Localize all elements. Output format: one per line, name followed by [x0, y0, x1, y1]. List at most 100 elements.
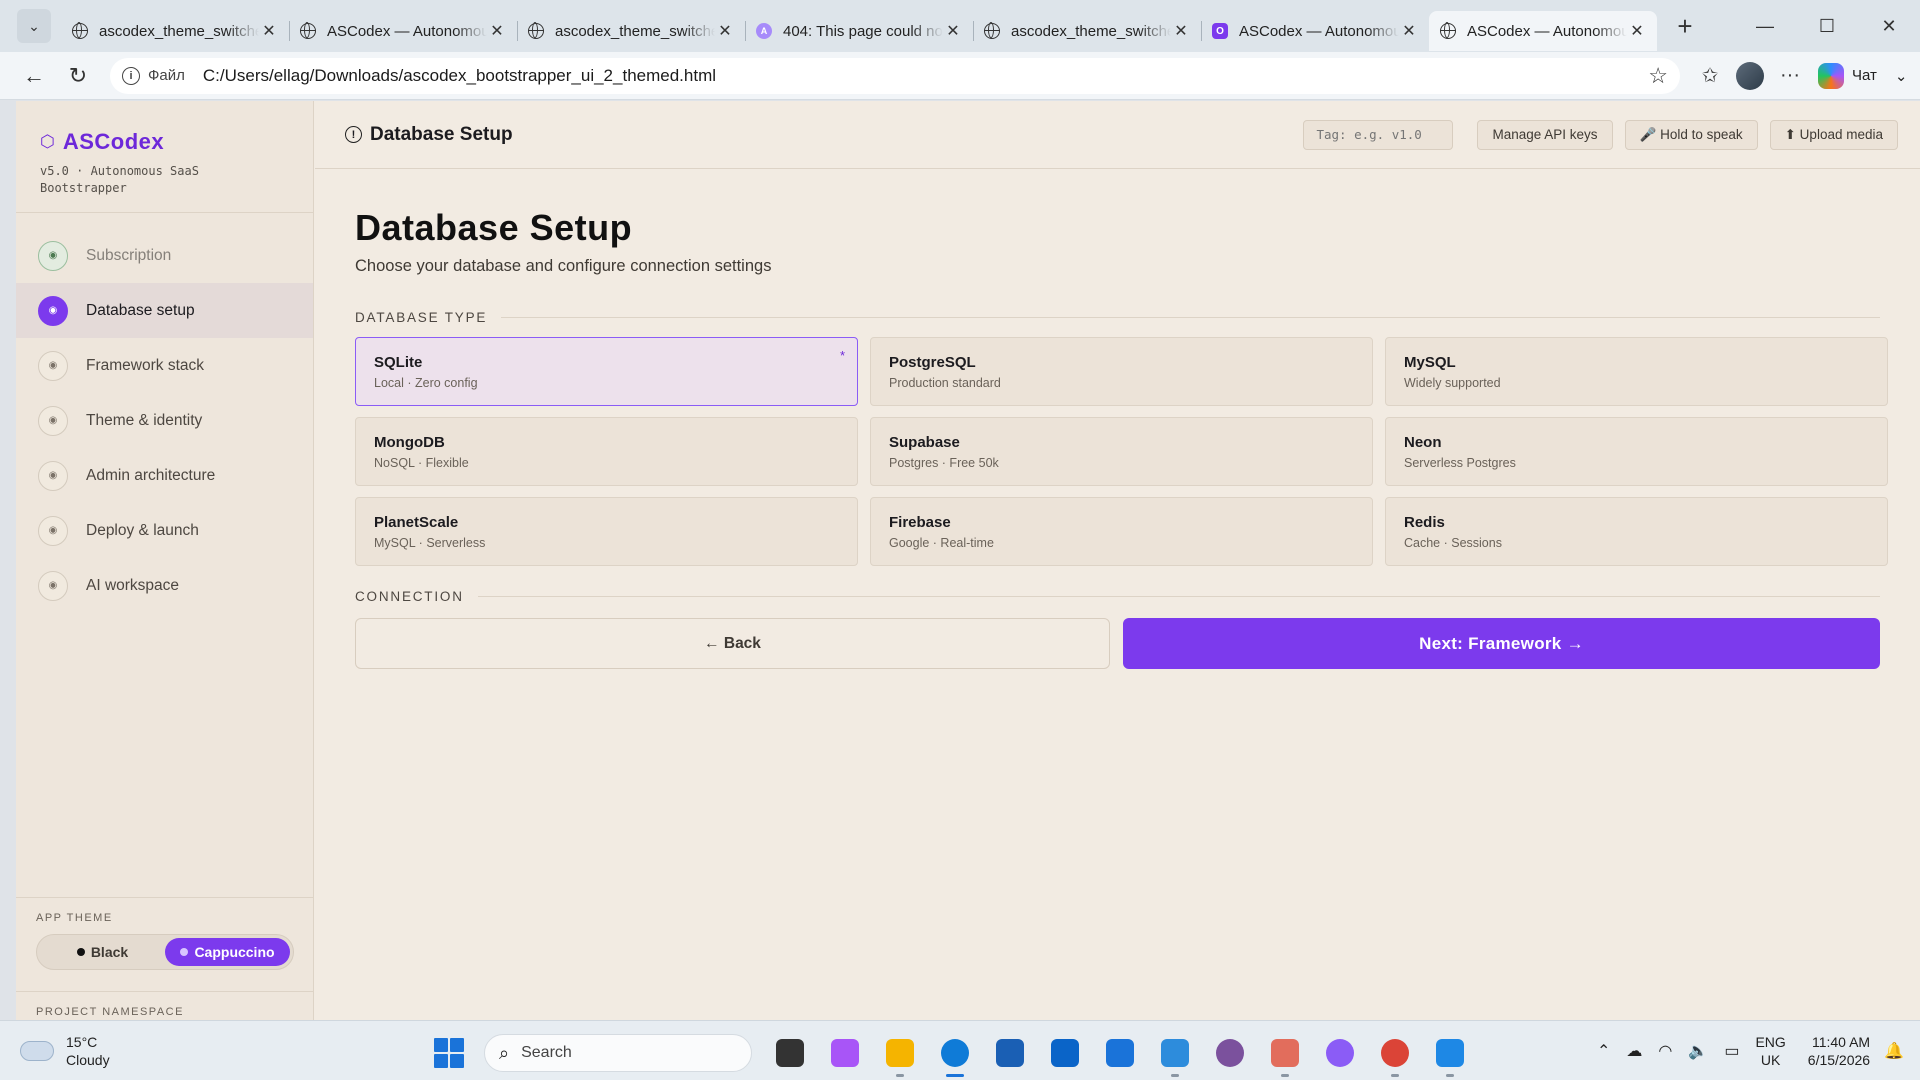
onedrive-icon[interactable]: ☁ — [1626, 1041, 1642, 1061]
new-tab-button[interactable]: + — [1667, 8, 1703, 44]
close-tab-icon[interactable]: ✕ — [1627, 21, 1647, 41]
globe-icon-shape — [300, 22, 316, 39]
sidebar-item-admin-architecture[interactable]: ◉ Admin architecture — [16, 448, 313, 503]
copilot-taskbar-button[interactable] — [817, 1031, 872, 1075]
weather-widget[interactable]: 15°C Cloudy — [20, 1033, 220, 1069]
copilot-icon — [830, 1039, 859, 1067]
close-tab-icon[interactable]: ✕ — [943, 21, 963, 41]
close-tab-icon[interactable]: ✕ — [259, 21, 279, 41]
gemini-taskbar-button[interactable] — [1257, 1031, 1312, 1077]
notification-bell-icon[interactable]: 🔔 — [1884, 1041, 1904, 1061]
taskbar-center: ⌕ Search — [430, 1031, 1477, 1077]
back-nav-button[interactable]: ← — [16, 58, 52, 94]
minimize-button[interactable]: — — [1734, 0, 1796, 52]
database-option-firebase[interactable]: Firebase Google · Real-time — [870, 497, 1373, 566]
browser-tab[interactable]: ASCodex — Autonomous ✕ — [289, 11, 517, 51]
browser-tab[interactable]: ascodex_theme_switcher ✕ — [517, 11, 745, 51]
close-tab-icon[interactable]: ✕ — [1171, 21, 1191, 41]
windows-start-icon[interactable] — [430, 1034, 468, 1072]
sidebar-item-ai-workspace[interactable]: ◉ AI workspace — [16, 558, 313, 613]
app-theme-label: APP THEME — [36, 912, 113, 924]
clock[interactable]: 11:40 AM 6/15/2026 — [1808, 1033, 1870, 1069]
sidebar-item-subscription[interactable]: ◉ Subscription — [16, 228, 313, 283]
close-window-button[interactable]: ✕ — [1858, 0, 1920, 52]
hold-to-speak-button[interactable]: 🎤 Hold to speak — [1624, 119, 1758, 150]
viber-taskbar-button[interactable] — [1202, 1031, 1257, 1075]
tab-title: ASCodex — Autonomous — [327, 22, 487, 40]
brand-row: ⬡ ASCodex — [40, 129, 289, 155]
copilot-chat-button[interactable]: Чат ⌄ — [1818, 62, 1907, 89]
favorites-icon[interactable]: ✩ — [1690, 58, 1730, 94]
database-option-mongodb[interactable]: MongoDB NoSQL · Flexible — [355, 417, 858, 486]
proton-taskbar-button[interactable] — [1312, 1031, 1367, 1075]
browser-tab-bar: ⌄ ascodex_theme_switcher ✕ ASCodex — Auton… — [0, 0, 1920, 52]
wizard-steps: ◉ Subscription ◉ Database setup ◉ Framework s… — [16, 213, 313, 613]
reload-button[interactable]: ↻ — [60, 58, 96, 94]
system-tray: ⌃ ☁ ◠ 🔈 ▭ ENG UK 11:40 AM 6/15/2026 🔔 — [1597, 1021, 1920, 1080]
site-info-icon[interactable]: i — [122, 66, 140, 85]
store-taskbar-button[interactable] — [982, 1031, 1037, 1075]
volume-icon[interactable]: 🔈 — [1688, 1041, 1708, 1061]
database-option-sqlite[interactable]: SQLite Local · Zero config * — [355, 337, 858, 406]
notepad-taskbar-button[interactable] — [1147, 1031, 1202, 1077]
sidebar-item-framework-stack[interactable]: ◉ Framework stack — [16, 338, 313, 393]
database-option-redis[interactable]: Redis Cache · Sessions — [1385, 497, 1888, 566]
browser-tab[interactable]: A 404: This page could not ✕ — [745, 11, 973, 51]
theme-option-cappuccino[interactable]: Cappuccino — [165, 938, 290, 966]
globe-icon — [299, 22, 317, 40]
browser-tab[interactable]: ASCodex — Autonomous ✕ — [1429, 11, 1657, 51]
edge-taskbar-button[interactable] — [927, 1031, 982, 1077]
browser-tab[interactable]: O ASCodex — Autonomous ✕ — [1201, 11, 1429, 51]
url-scheme-label: Файл — [148, 67, 185, 84]
circle-a-shape: A — [756, 23, 772, 39]
sidebar-item-database-setup[interactable]: ◉ Database setup — [16, 283, 313, 338]
topbar-actions: Manage API keys 🎤 Hold to speak ⬆ Upload… — [1303, 119, 1920, 150]
wifi-icon[interactable]: ◠ — [1658, 1041, 1672, 1061]
sidebar-item-theme-identity[interactable]: ◉ Theme & identity — [16, 393, 313, 448]
browser-toolbar: ✩ ··· Чат ⌄ — [1690, 58, 1907, 94]
theme-toggle: Black Cappuccino — [36, 934, 294, 970]
step-status-icon: ◉ — [38, 515, 68, 546]
outlook-taskbar-button[interactable] — [1037, 1031, 1092, 1075]
database-option-supabase[interactable]: Supabase Postgres · Free 50k — [870, 417, 1373, 486]
sidebar-item-deploy-launch[interactable]: ◉ Deploy & launch — [16, 503, 313, 558]
tag-input[interactable] — [1303, 119, 1454, 150]
database-option-postgresql[interactable]: PostgreSQL Production standard — [870, 337, 1373, 406]
battery-icon[interactable]: ▭ — [1724, 1041, 1739, 1061]
task-view-taskbar-button[interactable] — [762, 1031, 817, 1075]
close-tab-icon[interactable]: ✕ — [487, 21, 507, 41]
chevron-up-icon[interactable]: ⌃ — [1597, 1041, 1610, 1061]
next-framework-button[interactable]: Next: Framework → — [1123, 618, 1880, 669]
tab-actions-button[interactable]: ⌄ — [17, 9, 51, 43]
chrome-taskbar-button[interactable] — [1367, 1031, 1422, 1077]
taskbar-search[interactable]: ⌕ Search — [484, 1034, 752, 1072]
step-status-icon: ◉ — [38, 405, 68, 436]
close-tab-icon[interactable]: ✕ — [715, 21, 735, 41]
file-explorer-taskbar-button[interactable] — [872, 1031, 927, 1077]
close-tab-icon[interactable]: ✕ — [1399, 21, 1419, 41]
database-option-neon[interactable]: Neon Serverless Postgres — [1385, 417, 1888, 486]
browser-tab[interactable]: ascodex_theme_switcher ✕ — [973, 11, 1201, 51]
window-controls: — ☐ ✕ — [1734, 0, 1920, 52]
manage-api-keys-button[interactable]: Manage API keys — [1477, 119, 1613, 150]
language-indicator[interactable]: ENG UK — [1755, 1033, 1785, 1069]
avatar — [1736, 61, 1764, 90]
favorite-star-icon[interactable]: ☆ — [1648, 63, 1668, 89]
database-option-planetscale[interactable]: PlanetScale MySQL · Serverless — [355, 497, 858, 566]
upload-media-button[interactable]: ⬆ Upload media — [1769, 119, 1898, 150]
brand-subtitle: v5.0 · Autonomous SaaS Bootstrapper — [40, 164, 199, 195]
maximize-button[interactable]: ☐ — [1796, 0, 1858, 52]
url-field[interactable]: i Файл C:/Users/ellag/Downloads/ascodex_… — [110, 57, 1680, 94]
clock-date: 6/15/2026 — [1807, 1052, 1871, 1068]
theme-option-black[interactable]: Black — [40, 938, 165, 966]
dell-taskbar-button[interactable] — [1092, 1031, 1147, 1075]
browser-tab[interactable]: ascodex_theme_switcher ✕ — [61, 11, 289, 51]
photos-taskbar-button[interactable] — [1422, 1031, 1477, 1077]
url-text[interactable]: C:/Users/ellag/Downloads/ascodex_bootstr… — [203, 66, 1648, 86]
database-option-mysql[interactable]: MySQL Widely supported — [1385, 337, 1888, 406]
back-button[interactable]: ← Back — [355, 618, 1111, 669]
profile-avatar[interactable] — [1730, 58, 1770, 94]
more-menu-icon[interactable]: ··· — [1770, 58, 1810, 94]
app-theme-section: APP THEME Black Cappuccino — [16, 897, 314, 970]
tab-title: ascodex_theme_switcher — [1011, 22, 1171, 40]
